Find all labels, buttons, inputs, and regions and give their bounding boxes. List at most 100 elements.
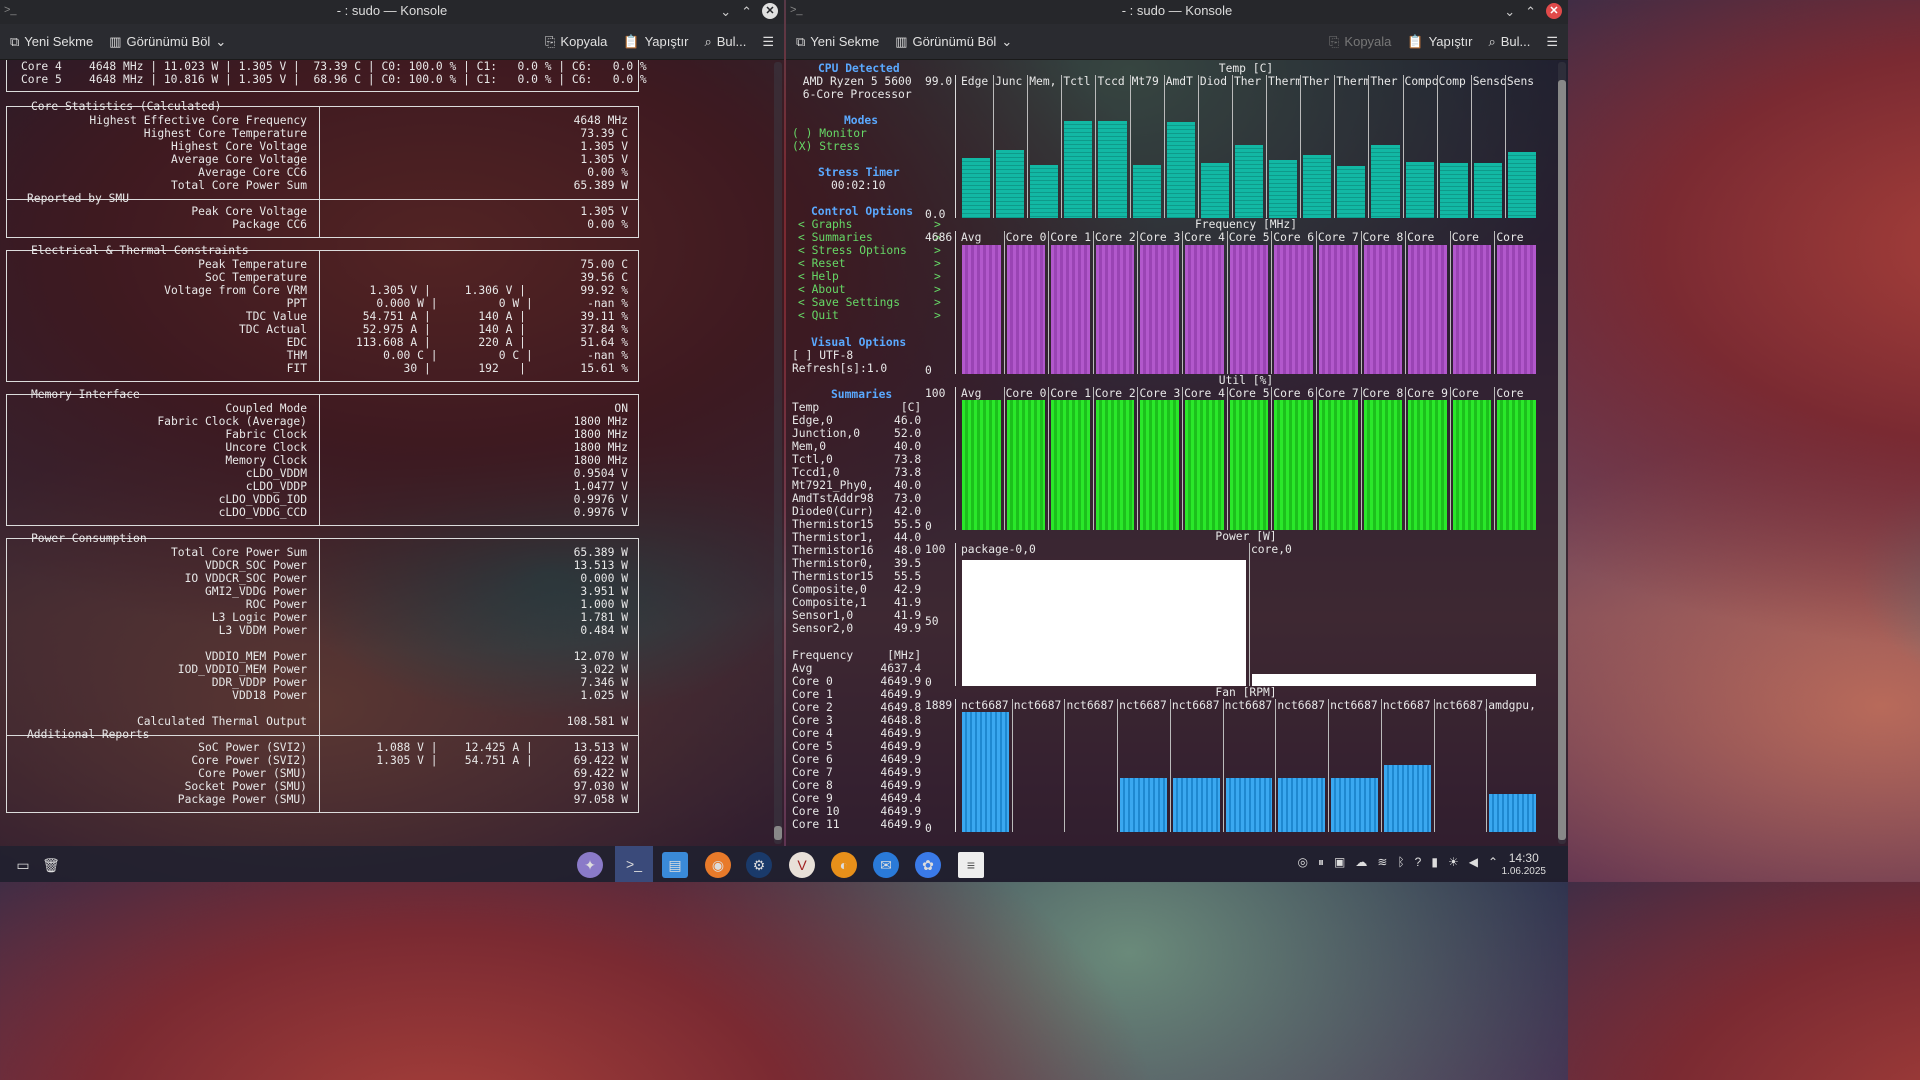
modes-radio-group[interactable]: ( ) Monitor (X) Stress: [792, 127, 867, 153]
y-axis-line: [955, 387, 956, 530]
column-separator: [1360, 231, 1362, 374]
series-label: AmdT: [1165, 75, 1193, 88]
trash-icon[interactable]: 🗑: [38, 852, 64, 878]
bar-freq: [962, 245, 1001, 374]
series-label: Core 2: [1094, 231, 1136, 244]
series-label: Ther: [1370, 75, 1398, 88]
clock[interactable]: 14:30 1.06.2025: [1502, 851, 1547, 879]
section-title: Core Statistics (Calculated): [31, 100, 222, 113]
series-label: Tctl: [1063, 75, 1091, 88]
series-label: Core 9: [1407, 387, 1448, 400]
additional-values: 1.088 V | 12.425 A | 13.513 W 1.305 V | …: [376, 741, 628, 806]
text-editor-icon[interactable]: ≡: [958, 852, 984, 878]
visual-options[interactable]: [ ] UTF-8 Refresh[s]:1.0: [792, 349, 887, 375]
column-separator: [1226, 231, 1228, 374]
paste-icon: 📋: [1407, 34, 1424, 49]
power-values: 65.389 W 13.513 W 0.000 W 3.951 W 1.000 …: [566, 546, 628, 728]
show-desktop-icon[interactable]: ▭: [10, 852, 36, 878]
close-icon[interactable]: ✕: [762, 3, 778, 19]
column-separator: [1129, 75, 1131, 218]
cpu-detected-title: CPU Detected: [818, 62, 900, 75]
copy-button[interactable]: ⎘ Kopyala: [545, 35, 607, 48]
scrollbar[interactable]: [1558, 62, 1566, 844]
split-view-button[interactable]: ▥ Görünümü Böl ⌄: [895, 35, 1012, 48]
konsole-task-icon[interactable]: >_: [615, 846, 653, 882]
brightness-icon[interactable]: ☀: [1448, 856, 1459, 869]
paste-icon: 📋: [623, 34, 640, 49]
column-separator: [1449, 231, 1451, 374]
volume-icon[interactable]: ◀: [1469, 856, 1478, 869]
bar-temp: [962, 157, 991, 218]
graph-title: Fan [RPM]: [1215, 686, 1277, 699]
bar-freq: [1051, 245, 1090, 374]
column-separator: [1266, 75, 1268, 218]
paste-button[interactable]: 📋 Yapıştır: [1407, 35, 1472, 48]
tray-expand-icon[interactable]: ⌃: [1488, 856, 1498, 869]
new-tab-button[interactable]: ⧉ Yeni Sekme: [796, 35, 879, 48]
electrical-labels: Peak Temperature SoC Temperature Voltage…: [164, 258, 307, 375]
help-icon[interactable]: ?: [1415, 856, 1422, 869]
clock-time: 14:30: [1508, 851, 1539, 865]
thunderbird-icon[interactable]: ✉: [873, 852, 899, 878]
bar-temp: [1132, 165, 1161, 218]
chevron-down-icon: ⌄: [1001, 34, 1013, 49]
bar-temp: [1507, 152, 1536, 218]
paste-button[interactable]: 📋 Yapıştır: [623, 35, 688, 48]
scrollbar[interactable]: [774, 62, 782, 844]
maximize-icon[interactable]: ⌃: [741, 5, 752, 18]
app-launcher-icon[interactable]: ✦: [577, 852, 603, 878]
vivaldi-icon[interactable]: V: [789, 852, 815, 878]
media-player-icon[interactable]: ◐: [831, 852, 857, 878]
file-manager-icon[interactable]: ▤: [662, 852, 688, 878]
split-view-button[interactable]: ▥ Görünümü Böl ⌄: [109, 35, 226, 48]
find-button[interactable]: ⌕ Bul...: [1488, 35, 1530, 48]
cloud-icon[interactable]: ☁: [1355, 856, 1367, 869]
steam-icon[interactable]: ⚙: [746, 852, 772, 878]
series-label: Core 2: [1094, 387, 1136, 400]
firefox-icon[interactable]: ◉: [705, 852, 731, 878]
power-consumption-section: Power Consumption Total Core Power Sum V…: [6, 532, 639, 813]
series-label: nct6687: [1330, 699, 1378, 712]
minimize-icon[interactable]: ⌄: [720, 5, 731, 18]
column-separator: [1137, 231, 1139, 374]
bar-util: [1452, 400, 1492, 530]
series-label: Core 1: [1050, 387, 1092, 400]
battery-icon[interactable]: ▮: [1431, 856, 1438, 869]
bluetooth-icon[interactable]: ᛒ: [1397, 856, 1404, 869]
title-bar[interactable]: >_ - : sudo — Konsole ⌄ ⌃ ✕: [786, 0, 1568, 24]
series-label: Therm: [1268, 75, 1301, 88]
find-button[interactable]: ⌕ Bul...: [704, 35, 746, 48]
pause-icon[interactable]: ⏸: [1318, 856, 1324, 869]
series-label: Core 0: [1005, 387, 1047, 400]
series-label: nct6687: [1066, 699, 1115, 712]
close-icon[interactable]: ✕: [1546, 3, 1562, 19]
column-separator: [1011, 699, 1013, 832]
section-title: Electrical & Thermal Constraints: [31, 244, 249, 257]
scrollbar-thumb[interactable]: [1558, 80, 1566, 840]
hamburger-menu-button[interactable]: ☰: [762, 35, 774, 48]
terminal-output[interactable]: CPU Detected AMD Ryzen 5 5600 6-Core Pro…: [786, 60, 1556, 846]
steam-tray-icon[interactable]: ◎: [1298, 856, 1308, 869]
control-options-menu[interactable]: < Graphs > < Summaries > < Stress Option…: [798, 218, 941, 322]
chevron-down-icon: ⌄: [215, 34, 227, 49]
cpu-name: AMD Ryzen 5 5600 6-Core Processor: [802, 75, 912, 101]
clipboard-icon[interactable]: ▣: [1334, 856, 1345, 869]
hamburger-menu-button[interactable]: ☰: [1546, 35, 1558, 48]
scrollbar-thumb[interactable]: [774, 826, 782, 840]
series-label: Core: [1496, 231, 1524, 244]
wifi-icon[interactable]: ≋: [1377, 856, 1387, 869]
copy-button[interactable]: ⎘ Kopyala: [1329, 35, 1391, 48]
terminal-output[interactable]: Core 4 4648 MHz | 11.023 W | 1.305 V | 7…: [0, 60, 772, 846]
new-tab-icon: ⧉: [10, 34, 20, 49]
toolbar: ⧉ Yeni Sekme ▥ Görünümü Böl ⌄ ⎘ Kopyala 📋 Yap…: [0, 24, 784, 60]
series-label: Core 4: [1184, 387, 1225, 400]
section-title: Additional Reports: [27, 728, 150, 741]
section-title: Reported by SMU: [27, 192, 130, 205]
column-separator: [1137, 387, 1139, 530]
series-label: Core 5: [1228, 387, 1270, 400]
maximize-icon[interactable]: ⌃: [1525, 5, 1536, 18]
discover-icon[interactable]: ✿: [915, 852, 941, 878]
new-tab-button[interactable]: ⧉ Yeni Sekme: [10, 35, 93, 48]
title-bar[interactable]: >_ - : sudo — Konsole ⌄ ⌃ ✕: [0, 0, 784, 24]
minimize-icon[interactable]: ⌄: [1504, 5, 1515, 18]
